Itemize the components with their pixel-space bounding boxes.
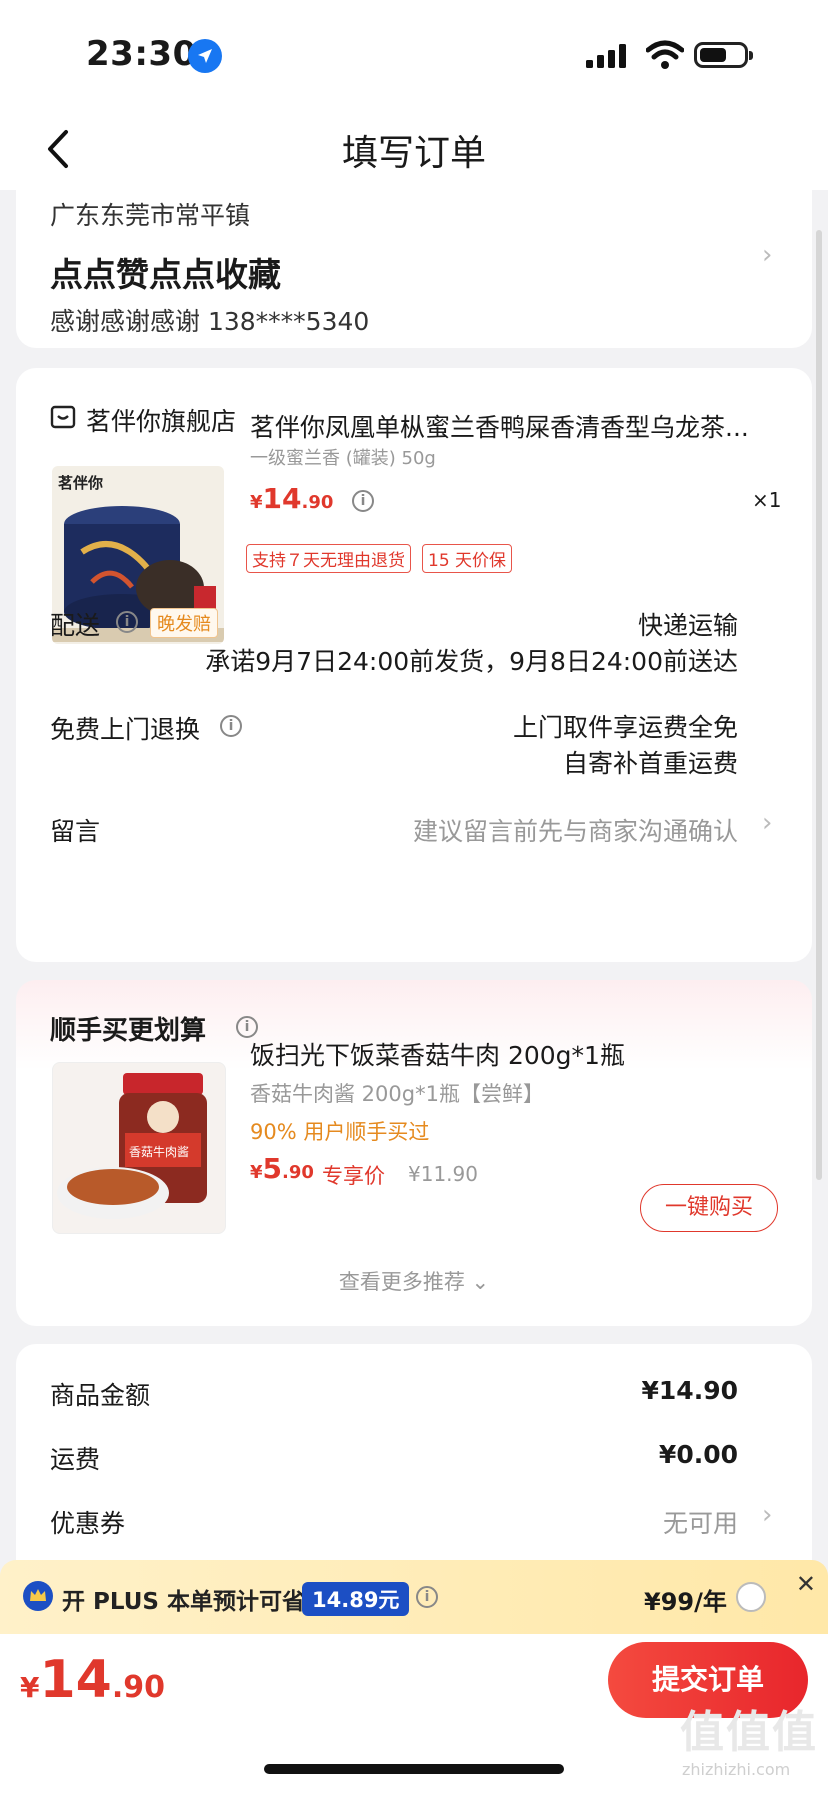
summary-value: ¥14.90: [641, 1376, 738, 1405]
crown-icon: [23, 1581, 53, 1611]
delivery-promise: 承诺9月7日24:00前发货，9月8日24:00前送达: [205, 647, 738, 676]
summary-value: ¥0.00: [658, 1440, 738, 1469]
delivery-label: 配送: [50, 611, 101, 640]
recommend-info-icon[interactable]: i: [236, 1016, 258, 1038]
free-return-line2: 自寄补首重运费: [562, 749, 738, 778]
free-return-label: 免费上门退换: [50, 715, 201, 744]
price-info-icon[interactable]: i: [352, 490, 374, 512]
coupon-value[interactable]: 无可用: [663, 1504, 738, 1540]
product-spec[interactable]: 一级蜜兰香 (罐装) 50g: [250, 444, 436, 470]
product-price: ¥14.90: [250, 482, 334, 515]
store-icon: [50, 405, 76, 429]
price-protect-tag: 15 天价保: [422, 544, 513, 573]
status-bar: 23:30: [0, 0, 828, 110]
summary-label: 运费: [50, 1445, 101, 1474]
return-policy-tag: 支持７天无理由退货: [246, 544, 411, 573]
recommend-product-image[interactable]: 香菇牛肉酱: [52, 1062, 226, 1234]
address-card[interactable]: 广东东莞市常平镇 点点赞点点收藏 感谢感谢感谢 138****5340 ›: [16, 190, 812, 348]
nav-bar: 填写订单: [0, 110, 828, 190]
plus-text: 开 PLUS 本单预计可省: [62, 1589, 305, 1615]
address-detail: 点点赞点点收藏: [50, 255, 281, 294]
recommend-social-proof: 90% 用户顺手买过: [250, 1120, 430, 1144]
free-return-info-icon[interactable]: i: [220, 715, 242, 737]
recommend-section-title: 顺手买更划算: [50, 1016, 207, 1046]
recommend-card: 顺手买更划算 i 香菇牛肉酱 饭扫光下饭菜香菇牛肉 200g*1瓶 香菇牛肉酱 …: [16, 980, 812, 1326]
chevron-right-icon: ›: [762, 808, 773, 838]
delivery-info-icon[interactable]: i: [116, 611, 138, 633]
message-label: 留言: [50, 817, 101, 846]
message-input[interactable]: 建议留言前先与商家沟通确认: [413, 812, 738, 848]
home-indicator[interactable]: [264, 1764, 564, 1774]
wifi-icon: [646, 40, 684, 69]
page-title: 填写订单: [341, 133, 486, 174]
recommend-title[interactable]: 饭扫光下饭菜香菇牛肉 200g*1瓶: [250, 1036, 625, 1072]
free-return-line1: 上门取件享运费全免: [512, 713, 738, 742]
store-name[interactable]: 茗伴你旗舰店: [86, 402, 236, 438]
summary-label: 优惠券: [50, 1509, 126, 1538]
quick-buy-button[interactable]: 一键购买: [640, 1184, 778, 1232]
product-image-brand: 茗伴你: [58, 474, 104, 492]
summary-card: 商品金额 ¥14.90 运费 ¥0.00 优惠券 无可用 ›: [16, 1344, 812, 1594]
jar-label-text: 香菇牛肉酱: [129, 1145, 190, 1159]
recommend-price: ¥5.90: [250, 1152, 314, 1185]
plus-price: ¥99/年: [644, 1588, 727, 1616]
chevron-right-icon: ›: [762, 1500, 773, 1530]
chevron-down-icon: ⌄: [471, 1270, 490, 1294]
close-icon[interactable]: ✕: [796, 1570, 816, 1598]
delivery-method: 快递运输: [637, 611, 738, 640]
product-qty: ×1: [752, 488, 782, 512]
plus-info-icon[interactable]: i: [416, 1586, 438, 1608]
store-card: 茗伴你旗舰店 茗伴你 茗伴你凤凰单枞蜜兰香鸭屎香清香型乌龙茶... 一级蜜兰香 …: [16, 368, 812, 962]
more-recommend-link[interactable]: 查看更多推荐 ⌄: [16, 1266, 812, 1296]
plus-saving-badge: 14.89元: [302, 1582, 410, 1616]
late-compensation-badge: 晚发赔: [150, 608, 218, 638]
scrollbar[interactable]: [816, 230, 822, 1180]
recommend-subtitle: 香菇牛肉酱 200g*1瓶【尝鲜】: [250, 1082, 544, 1106]
summary-label: 商品金额: [50, 1381, 151, 1410]
product-title[interactable]: 茗伴你凤凰单枞蜜兰香鸭屎香清香型乌龙茶...: [250, 408, 780, 444]
chevron-right-icon: ›: [762, 240, 773, 270]
address-contact: 感谢感谢感谢 138****5340: [50, 307, 370, 336]
address-region: 广东东莞市常平镇: [50, 201, 251, 230]
plus-promo-bar[interactable]: 开 PLUS 本单预计可省 14.89元 i ¥99/年 ✕: [0, 1560, 828, 1634]
recommend-price-tag: 专享价: [322, 1164, 385, 1188]
watermark-logo: 值值值: [680, 1707, 818, 1758]
recommend-original-price: ¥11.90: [408, 1162, 478, 1186]
cellular-signal-icon: [586, 44, 626, 68]
total-price: ¥14.90: [20, 1650, 166, 1710]
status-time: 23:30: [86, 34, 197, 74]
battery-icon: [694, 42, 753, 68]
location-icon: [188, 39, 222, 73]
watermark-url: zhizhizhi.com: [682, 1760, 791, 1779]
plus-select-radio[interactable]: [736, 1582, 766, 1612]
